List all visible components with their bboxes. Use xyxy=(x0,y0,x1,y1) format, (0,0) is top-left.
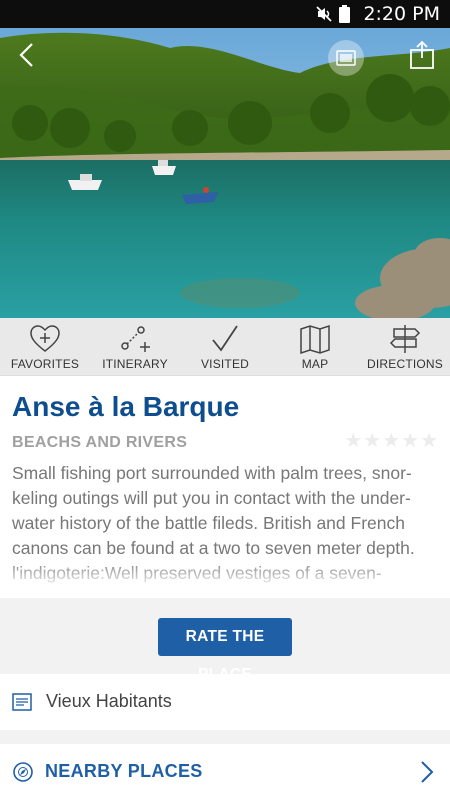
bay-photo xyxy=(0,28,450,318)
map-icon xyxy=(300,324,330,354)
nearby-places-row[interactable]: NEARBY PLACES xyxy=(0,744,450,800)
location-card-icon xyxy=(12,693,32,711)
itinerary-label: ITINERARY xyxy=(102,357,168,371)
clock: 2:20 PM xyxy=(363,3,440,25)
hero-photo xyxy=(0,28,450,318)
route-icon xyxy=(121,326,150,352)
star-icon: ★ xyxy=(363,430,382,452)
star-icon: ★ xyxy=(420,430,438,452)
visited-label: VISITED xyxy=(200,357,250,371)
description-fade xyxy=(12,559,438,589)
visited-button[interactable]: VISITED xyxy=(180,318,270,375)
action-bar: FAVORITES ITINERARY VISITED MAP DIRECTIO… xyxy=(0,318,450,376)
heart-plus-icon xyxy=(30,325,60,352)
place-details: Anse à la Barque BEACHS AND RIVERS ★ ★ ★… xyxy=(0,376,450,598)
share-icon[interactable] xyxy=(408,40,436,70)
signpost-icon xyxy=(389,325,421,353)
place-description-container[interactable]: Small fishing port surrounded with palm … xyxy=(12,461,438,589)
compass-icon xyxy=(13,762,33,782)
gallery-icon xyxy=(336,50,356,66)
back-arrow-icon[interactable] xyxy=(12,40,42,70)
place-title: Anse à la Barque xyxy=(12,391,240,422)
rating-stars: ★ ★ ★ ★ ★ xyxy=(344,428,438,453)
map-label: MAP xyxy=(301,357,329,371)
favorites-label: FAVORITES xyxy=(10,357,80,371)
star-icon: ★ xyxy=(382,430,401,452)
gallery-button[interactable] xyxy=(328,40,364,76)
star-icon: ★ xyxy=(344,430,363,452)
mute-icon xyxy=(316,6,332,22)
checkmark-icon xyxy=(212,325,238,352)
star-icon: ★ xyxy=(401,430,420,452)
status-bar: 2:20 PM xyxy=(0,0,450,28)
itinerary-button[interactable]: ITINERARY xyxy=(90,318,180,375)
favorites-button[interactable]: FAVORITES xyxy=(0,318,90,375)
directions-button[interactable]: DIRECTIONS xyxy=(360,318,450,375)
nearby-places-label: NEARBY PLACES xyxy=(45,761,203,781)
battery-icon xyxy=(339,5,350,23)
location-name: Vieux Habitants xyxy=(46,691,172,711)
chevron-right-icon xyxy=(421,761,434,783)
rate-place-button[interactable]: RATE THE PLACE xyxy=(158,618,292,683)
map-button[interactable]: MAP xyxy=(270,318,360,375)
directions-label: DIRECTIONS xyxy=(366,357,443,371)
location-row[interactable]: Vieux Habitants xyxy=(0,674,450,730)
rate-section: RATE THE PLACE xyxy=(0,598,450,683)
